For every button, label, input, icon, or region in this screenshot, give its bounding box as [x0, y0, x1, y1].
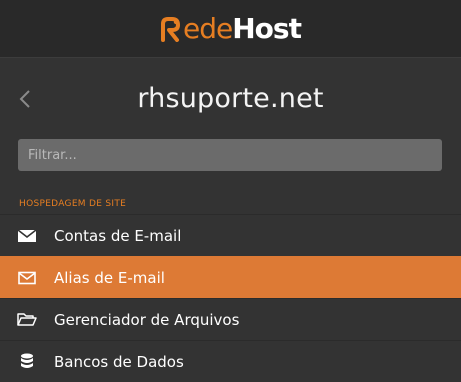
site-title: rhsuporte.net	[137, 82, 324, 114]
chevron-left-icon	[19, 90, 30, 108]
logo-text-part1: ede	[183, 12, 233, 45]
back-button[interactable]	[14, 86, 36, 112]
menu-item-contas-de-email[interactable]: Contas de E-mail	[0, 214, 461, 256]
menu-item-label: Gerenciador de Arquivos	[54, 310, 240, 329]
database-icon	[16, 351, 38, 373]
envelope-icon	[16, 225, 38, 247]
app-panel: edeHost rhsuporte.net HOSPEDAGEM DE SITE…	[0, 0, 461, 371]
menu-item-label: Alias de E-mail	[54, 268, 165, 287]
menu-item-gerenciador-de-arquivos[interactable]: Gerenciador de Arquivos	[0, 298, 461, 340]
top-bar: ede Host	[0, 0, 461, 58]
filter-input[interactable]	[18, 139, 442, 171]
site-header: rhsuporte.net	[0, 58, 461, 138]
sidebar-menu: Contas de E-mail Alias de E-mail Gerenci…	[0, 214, 461, 382]
logo-text-part2: Host	[232, 12, 302, 45]
menu-item-alias-de-email[interactable]: Alias de E-mail	[0, 256, 461, 298]
folder-open-icon	[16, 309, 38, 331]
section-title: HOSPEDAGEM DE SITE	[19, 199, 127, 209]
menu-item-label: Bancos de Dados	[54, 352, 184, 371]
menu-item-label: Contas de E-mail	[54, 226, 182, 245]
redehost-logo[interactable]: ede Host	[160, 12, 302, 45]
menu-item-bancos-de-dados[interactable]: Bancos de Dados	[0, 340, 461, 382]
envelope-outline-icon	[16, 267, 38, 289]
logo-r-mark-icon	[161, 16, 181, 42]
